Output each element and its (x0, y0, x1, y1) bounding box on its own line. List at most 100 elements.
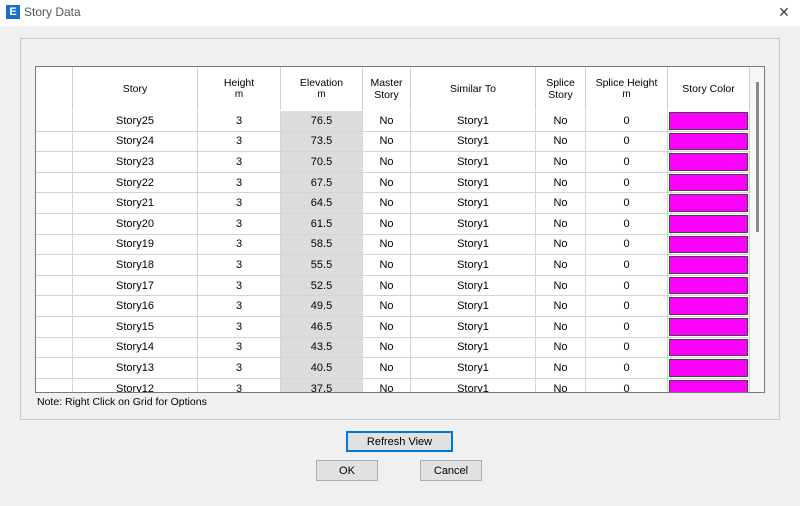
splice-height-cell[interactable]: 0 (586, 337, 668, 358)
color-swatch[interactable] (669, 194, 748, 212)
splice-height-cell[interactable]: 0 (586, 193, 668, 213)
story-color-cell[interactable] (668, 234, 750, 255)
height-cell[interactable]: 3 (198, 234, 281, 255)
story-cell[interactable]: Story12 (73, 378, 198, 392)
table-row[interactable]: Story14 3 43.5 No Story1 No 0 (36, 337, 750, 359)
height-cell[interactable]: 3 (198, 378, 281, 392)
story-cell[interactable]: Story20 (73, 213, 198, 234)
height-cell[interactable]: 3 (198, 255, 281, 275)
similar-to-cell[interactable]: Story1 (411, 213, 536, 234)
row-selector[interactable] (36, 255, 73, 275)
splice-height-cell[interactable]: 0 (586, 296, 668, 316)
splice-height-cell[interactable]: 0 (586, 213, 668, 234)
splice-story-cell[interactable]: No (536, 152, 586, 172)
table-row[interactable]: Story20 3 61.5 No Story1 No 0 (36, 213, 750, 235)
table-row[interactable]: Story12 3 37.5 No Story1 No 0 (36, 378, 750, 392)
row-selector[interactable] (36, 234, 73, 255)
story-cell[interactable]: Story18 (73, 255, 198, 275)
cancel-button[interactable]: Cancel (420, 460, 482, 481)
table-row[interactable]: Story24 3 73.5 No Story1 No 0 (36, 131, 750, 153)
similar-to-cell[interactable]: Story1 (411, 275, 536, 296)
master-story-cell[interactable]: No (363, 378, 411, 392)
close-icon[interactable]: ✕ (772, 2, 796, 22)
similar-to-cell[interactable]: Story1 (411, 111, 536, 131)
splice-story-cell[interactable]: No (536, 358, 586, 378)
splice-height-cell[interactable]: 0 (586, 316, 668, 337)
color-swatch[interactable] (669, 317, 748, 336)
splice-story-cell[interactable]: No (536, 275, 586, 296)
master-story-cell[interactable]: No (363, 234, 411, 255)
splice-story-cell[interactable]: No (536, 255, 586, 275)
story-cell[interactable]: Story14 (73, 337, 198, 358)
similar-to-cell[interactable]: Story1 (411, 358, 536, 378)
height-cell[interactable]: 3 (198, 275, 281, 296)
splice-height-cell[interactable]: 0 (586, 111, 668, 131)
height-cell[interactable]: 3 (198, 172, 281, 193)
color-swatch[interactable] (669, 359, 748, 377)
story-color-cell[interactable] (668, 193, 750, 213)
story-cell[interactable]: Story21 (73, 193, 198, 213)
splice-story-cell[interactable]: No (536, 316, 586, 337)
story-color-cell[interactable] (668, 131, 750, 152)
master-story-cell[interactable]: No (363, 275, 411, 296)
story-color-cell[interactable] (668, 275, 750, 296)
table-row[interactable]: Story18 3 55.5 No Story1 No 0 (36, 255, 750, 276)
similar-to-cell[interactable]: Story1 (411, 255, 536, 275)
story-cell[interactable]: Story23 (73, 152, 198, 172)
height-cell[interactable]: 3 (198, 152, 281, 172)
splice-story-cell[interactable]: No (536, 172, 586, 193)
table-row[interactable]: Story16 3 49.5 No Story1 No 0 (36, 296, 750, 317)
table-row[interactable]: Story15 3 46.5 No Story1 No 0 (36, 316, 750, 338)
master-story-cell[interactable]: No (363, 296, 411, 316)
master-story-cell[interactable]: No (363, 193, 411, 213)
color-swatch[interactable] (669, 132, 748, 151)
row-selector[interactable] (36, 152, 73, 172)
table-row[interactable]: Story22 3 67.5 No Story1 No 0 (36, 172, 750, 194)
story-color-cell[interactable] (668, 152, 750, 172)
similar-to-cell[interactable]: Story1 (411, 234, 536, 255)
master-story-cell[interactable]: No (363, 172, 411, 193)
row-selector[interactable] (36, 131, 73, 152)
splice-height-cell[interactable]: 0 (586, 234, 668, 255)
color-swatch[interactable] (669, 153, 748, 171)
master-story-cell[interactable]: No (363, 358, 411, 378)
master-story-cell[interactable]: No (363, 316, 411, 337)
color-swatch[interactable] (669, 235, 748, 254)
story-color-cell[interactable] (668, 111, 750, 131)
similar-to-cell[interactable]: Story1 (411, 296, 536, 316)
table-row[interactable]: Story25 3 76.5 No Story1 No 0 (36, 111, 750, 132)
row-selector[interactable] (36, 337, 73, 358)
height-cell[interactable]: 3 (198, 193, 281, 213)
story-cell[interactable]: Story24 (73, 131, 198, 152)
story-color-cell[interactable] (668, 172, 750, 193)
splice-story-cell[interactable]: No (536, 111, 586, 131)
master-story-cell[interactable]: No (363, 213, 411, 234)
color-swatch[interactable] (669, 112, 748, 130)
master-story-cell[interactable]: No (363, 131, 411, 152)
story-color-cell[interactable] (668, 296, 750, 316)
row-selector[interactable] (36, 378, 73, 392)
master-story-cell[interactable]: No (363, 111, 411, 131)
table-row[interactable]: Story17 3 52.5 No Story1 No 0 (36, 275, 750, 297)
story-cell[interactable]: Story13 (73, 358, 198, 378)
refresh-view-button[interactable]: Refresh View (346, 431, 453, 452)
story-cell[interactable]: Story25 (73, 111, 198, 131)
splice-height-cell[interactable]: 0 (586, 275, 668, 296)
splice-story-cell[interactable]: No (536, 378, 586, 392)
splice-height-cell[interactable]: 0 (586, 358, 668, 378)
splice-height-cell[interactable]: 0 (586, 378, 668, 392)
similar-to-cell[interactable]: Story1 (411, 316, 536, 337)
story-cell[interactable]: Story16 (73, 296, 198, 316)
splice-story-cell[interactable]: No (536, 337, 586, 358)
similar-to-cell[interactable]: Story1 (411, 193, 536, 213)
height-cell[interactable]: 3 (198, 131, 281, 152)
row-selector[interactable] (36, 172, 73, 193)
similar-to-cell[interactable]: Story1 (411, 378, 536, 392)
height-cell[interactable]: 3 (198, 316, 281, 337)
story-color-cell[interactable] (668, 358, 750, 378)
table-row[interactable]: Story21 3 64.5 No Story1 No 0 (36, 193, 750, 214)
row-selector[interactable] (36, 316, 73, 337)
color-swatch[interactable] (669, 276, 748, 295)
table-row[interactable]: Story19 3 58.5 No Story1 No 0 (36, 234, 750, 256)
row-selector[interactable] (36, 275, 73, 296)
